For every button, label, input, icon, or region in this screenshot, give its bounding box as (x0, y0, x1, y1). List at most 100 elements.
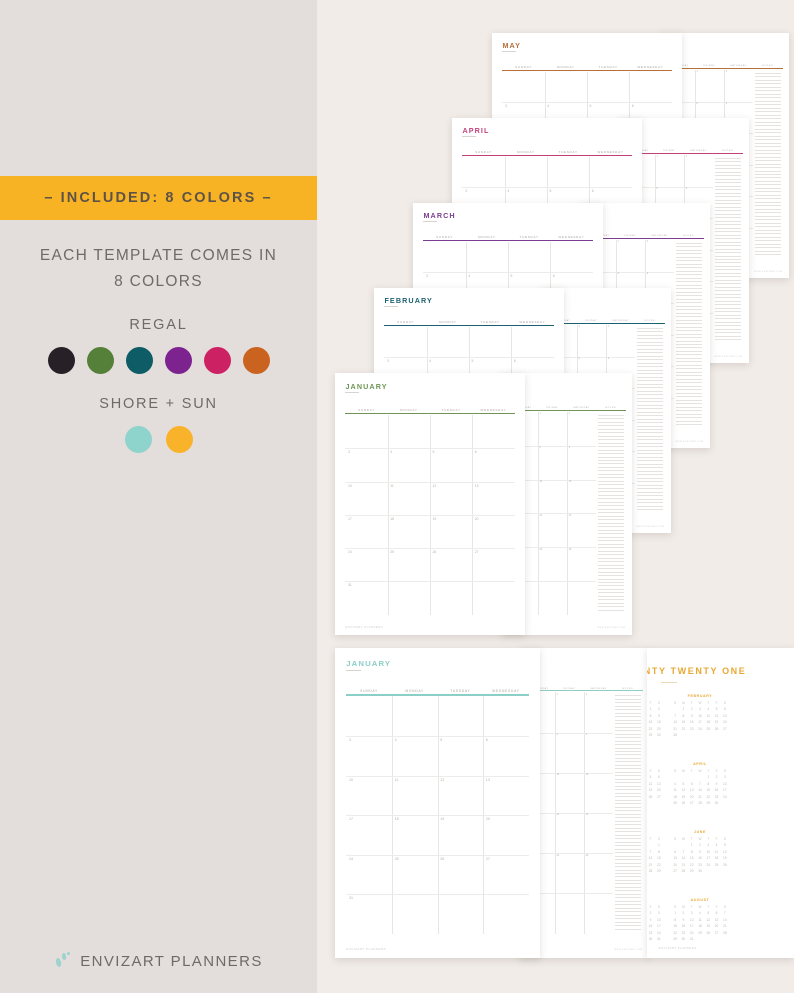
month-underline (345, 392, 360, 394)
header-rule (625, 153, 743, 155)
mini-dow-row: SMTWTFS (674, 905, 726, 909)
planner-page-year-overview: TWENTY TWENTY ONE JANUARY SMTWTFS 123456789… (647, 648, 794, 958)
notes-ruled-lines (754, 72, 782, 258)
date-cell: 12 (432, 483, 437, 488)
date-cell: 4 (394, 738, 397, 743)
day-header-wednesday: WEDNESDAY (519, 320, 546, 325)
swatch-burnt-orange[interactable] (242, 347, 270, 374)
swatch-sun-yellow[interactable] (165, 426, 193, 453)
date-cell: 2 (646, 241, 648, 244)
date-cell: 19 (440, 817, 445, 822)
date-cell: 2 (725, 71, 727, 74)
date-cell: 1 (539, 413, 541, 416)
mini-month-name: MAY (647, 830, 663, 834)
date-cell: 4 (468, 273, 471, 278)
header-rule (547, 323, 665, 325)
date-cell: 8 (539, 447, 541, 450)
day-header-saturday: SATURDAY (573, 407, 591, 410)
date-cell: 29 (556, 854, 560, 857)
mini-weeks: 1234567891011121314151617181920212223242… (673, 707, 727, 738)
brand-name: ENVIZART PLANNERS (80, 952, 263, 970)
date-cell: 3 (347, 450, 350, 455)
date-cell: 27 (485, 856, 490, 861)
date-cell: 9 (568, 447, 570, 450)
grid-row-divider (346, 775, 529, 777)
mini-month-name: AUGUST (690, 898, 710, 902)
day-header-tuesday: TUESDAY (441, 408, 461, 413)
mini-dow-row: SMTWTFS (674, 837, 726, 841)
date-cell: 30 (568, 548, 572, 551)
mini-month-june: JUNE S M T W T F S 1 2 3 4 5 6 7 8 9 10 11 12 13 14 15 16 17 18 19… (671, 830, 729, 890)
grid-row-divider (502, 101, 672, 103)
brand-footer: ENVIZART PLANNERS (0, 951, 317, 971)
grid-row-divider (345, 581, 515, 583)
mini-weeks: 1234567891011121314151617181920212223242… (648, 707, 661, 738)
date-cell: 3 (425, 273, 428, 278)
mini-month-april: APRIL S M T W T F S 1 2 3 4 5 6 7 8 9 10 11 12 13 14 15 16 17 18 1… (671, 762, 729, 822)
palette-group-regal-label: REGAL (129, 317, 188, 333)
swatch-shore-aqua[interactable] (124, 426, 152, 453)
mini-month-name: JANUARY (647, 694, 663, 698)
date-cell: 8 (696, 102, 698, 105)
day-header-monday: MONDAY (439, 320, 457, 325)
notes-ruled-lines (597, 414, 625, 614)
header-rule (586, 238, 704, 240)
page-footer-right: WWW.ENVIZART.COM (675, 440, 704, 443)
day-header-sunday: SUNDAY (397, 320, 414, 325)
month-underline (423, 221, 438, 223)
date-cell: 5 (589, 103, 592, 108)
month-underline (384, 306, 399, 308)
date-cell: 9 (685, 187, 687, 190)
header-rule (384, 325, 554, 327)
day-header-tuesday: TUESDAY (450, 689, 471, 694)
header-rule (346, 694, 529, 696)
mini-month-name: FEBRUARY (687, 694, 713, 698)
swatch-deep-teal[interactable] (125, 347, 153, 374)
date-cell: 26 (432, 550, 437, 555)
date-cell: 2 (568, 413, 570, 416)
year-title-underline (661, 682, 677, 683)
date-cell: 29 (539, 548, 543, 551)
month-title: FEBRUARY (384, 296, 433, 306)
day-header-sunday: SUNDAY (475, 150, 492, 155)
mini-weeks: 1234567891011121314151617181920212223242… (673, 911, 727, 942)
swatch-olive-green[interactable] (86, 347, 114, 374)
day-header-saturday: SATURDAY (690, 150, 708, 153)
month-title: JANUARY (345, 382, 388, 392)
date-cell: 9 (725, 102, 727, 105)
date-cell: 3 (504, 103, 507, 108)
month-underline (346, 669, 362, 671)
day-header-friday: FRIDAY (663, 150, 676, 153)
date-cell: 26 (440, 856, 445, 861)
date-cell: 10 (347, 483, 352, 488)
palette-group-shore-sun-label: SHORE + SUN (99, 396, 218, 412)
grid-row-divider (345, 514, 515, 516)
mini-month-name: APRIL (693, 762, 707, 766)
header-rule (423, 240, 593, 242)
date-cell: 17 (348, 817, 354, 822)
swatch-royal-purple[interactable] (164, 347, 192, 374)
swatch-magenta-pink[interactable] (203, 347, 231, 374)
planner-page-january-left: JANUARY SUNDAY MONDAY TUESDAY WEDNESDAY 3 4 5 6 1… (335, 373, 525, 635)
day-header-sunday: SUNDAY (358, 408, 375, 413)
date-cell: 5 (510, 273, 513, 278)
day-header-monday: MONDAY (557, 65, 575, 70)
mini-month-may: MAY SMTWTFS 123456789101112131415161718192… (647, 830, 663, 890)
date-cell: 11 (390, 483, 394, 488)
date-cell: 24 (347, 550, 352, 555)
swatch-ink-black[interactable] (47, 347, 75, 374)
day-header-wednesday: WEDNESDAY (480, 408, 507, 413)
date-cell: 22 (556, 814, 560, 817)
mini-weeks: 1234567891011121314151617181920212223242… (673, 843, 727, 874)
date-cell: 20 (485, 817, 490, 822)
promo-line-2: 8 COLORS (114, 273, 203, 290)
date-cell: 6 (631, 103, 634, 108)
mini-month-february: FEBRUARY S M T W T F S 1 2 3 4 5 6 7 8 9 10 11 12 13 14 15 16 17… (671, 694, 729, 754)
date-cell: 5 (471, 358, 474, 363)
day-header-wednesday: WEDNESDAY (637, 65, 664, 70)
header-rule (508, 409, 626, 411)
grid-row-divider (345, 548, 515, 550)
date-cell: 12 (440, 777, 445, 782)
mini-dow-row: SMTWTFS (649, 905, 660, 909)
day-header-saturday: SATURDAY (612, 320, 630, 323)
